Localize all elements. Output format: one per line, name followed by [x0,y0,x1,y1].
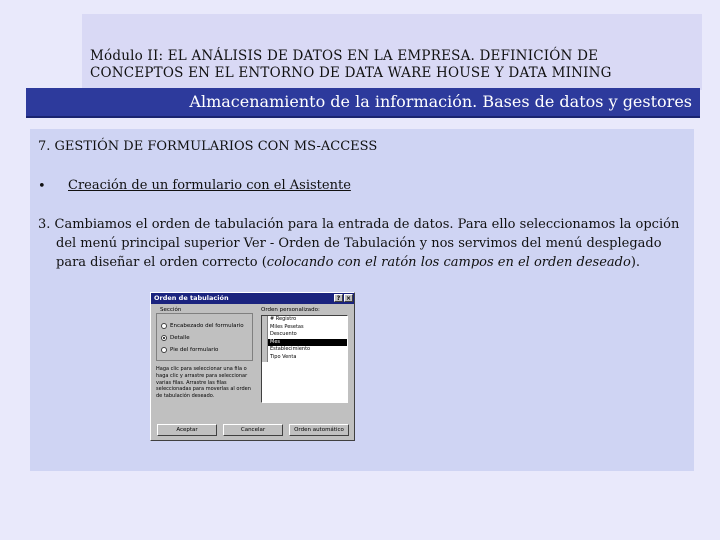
list-item-selected[interactable]: Mes [262,338,347,347]
banner-title: Almacenamiento de la información. Bases … [189,92,692,111]
instruction-paragraph: 3. Cambiamos el orden de tabulación para… [38,215,688,272]
bullet-icon: • [38,179,46,194]
list-label: Orden personalizado: [261,307,320,313]
radio-icon [161,323,167,329]
list-item[interactable]: Miles Pesetas [262,323,347,332]
radio-header[interactable]: Encabezado del formulario [161,323,244,329]
radio-header-label: Encabezado del formulario [170,323,244,329]
close-button[interactable]: × [344,294,353,302]
accept-button[interactable]: Aceptar [157,424,217,436]
list-item[interactable]: Tipo Venta [262,353,347,362]
radio-detail[interactable]: Detalle [161,335,190,341]
section-banner: Almacenamiento de la información. Bases … [26,88,700,118]
para-italic: colocando con el ratón los campos en el … [266,255,631,270]
section-group-label: Sección [159,307,183,313]
radio-checked-icon [161,335,167,341]
list-item[interactable]: Descuento [262,331,347,339]
list-item[interactable]: # Registro [262,316,347,324]
cancel-button[interactable]: Cancelar [223,424,283,436]
radio-footer[interactable]: Pie del formulario [161,347,218,353]
para-end: ). [630,255,641,270]
module-title-line1: Módulo II: EL ANÁLISIS DE DATOS EN LA EM… [90,48,599,64]
auto-order-button[interactable]: Orden automático [289,424,349,436]
content-panel: 7. GESTIÓN DE FORMULARIOS CON MS-ACCESS … [30,129,694,471]
hint-text: Haga clic para seleccionar una fila o ha… [156,366,251,400]
list-item[interactable]: Establecimiento [262,346,347,354]
section-title: 7. GESTIÓN DE FORMULARIOS CON MS-ACCESS [38,139,378,154]
radio-footer-label: Pie del formulario [170,347,219,353]
bullet-link[interactable]: Creación de un formulario con el Asisten… [68,178,351,193]
radio-detail-label: Detalle [170,335,190,341]
dialog-title: Orden de tabulación [154,294,229,302]
radio-icon [161,347,167,353]
help-button[interactable]: ? [334,294,343,302]
module-title: Módulo II: EL ANÁLISIS DE DATOS EN LA EM… [90,48,690,82]
module-title-line2: CONCEPTOS EN EL ENTORNO DE DATA WARE HOU… [90,65,612,81]
tab-order-list[interactable]: # Registro Miles Pesetas Descuento Mes E… [261,315,348,403]
dialog-titlebar: Orden de tabulación ? × [151,293,354,304]
tab-order-dialog: Orden de tabulación ? × Sección Encabeza… [150,292,355,441]
